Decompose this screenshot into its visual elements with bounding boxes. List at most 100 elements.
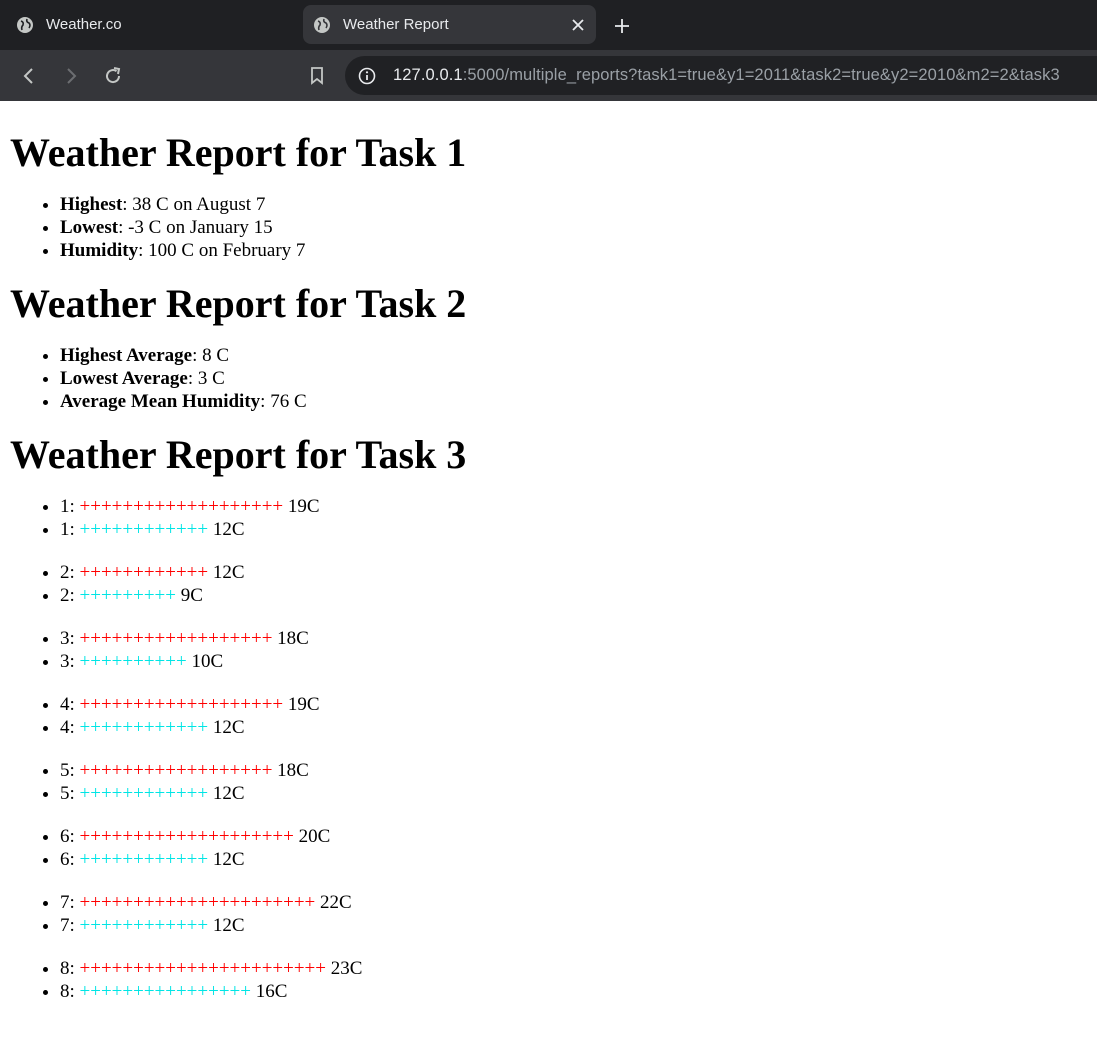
url-path: :5000/multiple_reports?task1=true&y1=201… bbox=[462, 66, 1060, 84]
high-bar: ++++++++++++++++++ bbox=[79, 760, 273, 781]
high-bar: +++++++++++++++++++++++ bbox=[79, 958, 326, 979]
item-value: : 3 C bbox=[187, 368, 225, 389]
day-group: 4: +++++++++++++++++++ 19C4: +++++++++++… bbox=[10, 693, 1097, 739]
day-label: 2: bbox=[60, 562, 80, 583]
task1-list: Highest: 38 C on August 7 Lowest: -3 C o… bbox=[10, 193, 1097, 262]
temp-label: 12C bbox=[208, 849, 245, 870]
high-bar: +++++++++++++++++++ bbox=[79, 694, 284, 715]
list-item: 6: ++++++++++++ 12C bbox=[60, 848, 1097, 871]
low-bar: ++++++++++++ bbox=[79, 717, 209, 738]
list-item: 4: ++++++++++++ 12C bbox=[60, 716, 1097, 739]
back-button[interactable] bbox=[14, 61, 44, 91]
item-value: : 38 C on August 7 bbox=[122, 194, 266, 215]
high-bar: ++++++++++++++++++ bbox=[79, 628, 273, 649]
bookmark-button[interactable] bbox=[302, 61, 332, 91]
bookmark-icon bbox=[311, 67, 323, 85]
day-label: 8: bbox=[60, 958, 80, 979]
list-item: 3: ++++++++++ 10C bbox=[60, 650, 1097, 673]
reload-icon bbox=[106, 67, 121, 84]
item-value: : 8 C bbox=[192, 345, 230, 366]
temp-label: 12C bbox=[208, 717, 245, 738]
list-item: 3: ++++++++++++++++++ 18C bbox=[60, 627, 1097, 650]
item-label: Humidity bbox=[60, 240, 139, 261]
day-label: 3: bbox=[60, 651, 80, 672]
list-item: 2: ++++++++++++ 12C bbox=[60, 561, 1097, 584]
item-label: Highest bbox=[60, 194, 123, 215]
high-bar: ++++++++++++++++++++++ bbox=[79, 892, 316, 913]
day-group: 2: ++++++++++++ 12C2: +++++++++ 9C bbox=[10, 561, 1097, 607]
tab-title: Weather.co bbox=[46, 16, 122, 33]
low-bar: ++++++++++ bbox=[79, 651, 187, 672]
day-label: 6: bbox=[60, 826, 80, 847]
temp-label: 18C bbox=[272, 760, 309, 781]
item-label: Lowest bbox=[60, 217, 119, 238]
list-item: 7: ++++++++++++ 12C bbox=[60, 914, 1097, 937]
low-bar: ++++++++++++ bbox=[79, 915, 209, 936]
list-item: 4: +++++++++++++++++++ 19C bbox=[60, 693, 1097, 716]
task1-heading: Weather Report for Task 1 bbox=[10, 130, 467, 175]
item-label: Highest Average bbox=[60, 345, 193, 366]
day-group: 7: ++++++++++++++++++++++ 22C7: ++++++++… bbox=[10, 891, 1097, 937]
task3-heading: Weather Report for Task 3 bbox=[10, 432, 467, 477]
list-item: 1: ++++++++++++ 12C bbox=[60, 518, 1097, 541]
day-label: 2: bbox=[60, 585, 80, 606]
forward-arrow-icon bbox=[67, 68, 77, 84]
item-label: Lowest Average bbox=[60, 368, 188, 389]
day-label: 4: bbox=[60, 694, 80, 715]
low-bar: ++++++++++++ bbox=[79, 783, 209, 804]
day-group: 3: ++++++++++++++++++ 18C3: ++++++++++ 1… bbox=[10, 627, 1097, 673]
site-info-icon[interactable] bbox=[357, 66, 377, 86]
low-bar: ++++++++++++ bbox=[79, 849, 209, 870]
list-item: Humidity: 100 C on February 7 bbox=[60, 239, 1097, 262]
reload-button[interactable] bbox=[98, 61, 128, 91]
list-item: 7: ++++++++++++++++++++++ 22C bbox=[60, 891, 1097, 914]
day-label: 4: bbox=[60, 717, 80, 738]
address-bar[interactable]: 127.0.0.1:5000/multiple_reports?task1=tr… bbox=[345, 56, 1097, 95]
temp-label: 12C bbox=[208, 519, 245, 540]
list-item: 8: ++++++++++++++++ 16C bbox=[60, 980, 1097, 1003]
day-group: 6: ++++++++++++++++++++ 20C6: ++++++++++… bbox=[10, 825, 1097, 871]
browser-toolbar: 127.0.0.1:5000/multiple_reports?task1=tr… bbox=[0, 50, 1097, 101]
page-content: Weather Report for Task 1 Highest: 38 C … bbox=[0, 130, 1097, 1003]
back-arrow-icon bbox=[23, 68, 33, 84]
tab-weather-report[interactable]: Weather Report bbox=[303, 5, 596, 44]
item-value: : 76 C bbox=[260, 391, 307, 412]
tab-weather-co[interactable]: Weather.co bbox=[8, 5, 298, 44]
temp-label: 22C bbox=[315, 892, 352, 913]
globe-icon bbox=[16, 16, 34, 34]
close-icon[interactable] bbox=[566, 13, 590, 37]
new-tab-button[interactable] bbox=[608, 12, 636, 40]
day-label: 1: bbox=[60, 519, 80, 540]
temp-label: 12C bbox=[208, 783, 245, 804]
plus-icon bbox=[615, 19, 629, 33]
day-label: 6: bbox=[60, 849, 80, 870]
task2-list: Highest Average: 8 C Lowest Average: 3 C… bbox=[10, 344, 1097, 413]
list-item: 1: +++++++++++++++++++ 19C bbox=[60, 495, 1097, 518]
tab-strip: Weather.co Weather Report bbox=[0, 0, 1097, 50]
list-item: 5: ++++++++++++ 12C bbox=[60, 782, 1097, 805]
item-value: : -3 C on January 15 bbox=[118, 217, 273, 238]
list-item: Lowest: -3 C on January 15 bbox=[60, 216, 1097, 239]
temp-label: 20C bbox=[293, 826, 331, 847]
globe-icon bbox=[313, 16, 331, 34]
day-label: 7: bbox=[60, 892, 80, 913]
list-item: Lowest Average: 3 C bbox=[60, 367, 1097, 390]
forward-button[interactable] bbox=[56, 61, 86, 91]
day-group: 5: ++++++++++++++++++ 18C5: ++++++++++++… bbox=[10, 759, 1097, 805]
tab-title: Weather Report bbox=[343, 16, 449, 33]
list-item: 8: +++++++++++++++++++++++ 23C bbox=[60, 957, 1097, 980]
day-group: 1: +++++++++++++++++++ 19C1: +++++++++++… bbox=[10, 495, 1097, 541]
day-label: 7: bbox=[60, 915, 80, 936]
temp-label: 12C bbox=[208, 915, 245, 936]
day-label: 1: bbox=[60, 496, 80, 517]
low-bar: ++++++++++++++++ bbox=[79, 981, 251, 1002]
day-label: 8: bbox=[60, 981, 80, 1002]
temp-label: 19C bbox=[283, 694, 320, 715]
day-label: 5: bbox=[60, 783, 80, 804]
high-bar: ++++++++++++ bbox=[79, 562, 209, 583]
url-host: 127.0.0.1 bbox=[393, 66, 463, 84]
list-item: Highest: 38 C on August 7 bbox=[60, 193, 1097, 216]
temp-label: 10C bbox=[186, 651, 224, 672]
list-item: 2: +++++++++ 9C bbox=[60, 584, 1097, 607]
list-item: 6: ++++++++++++++++++++ 20C bbox=[60, 825, 1097, 848]
